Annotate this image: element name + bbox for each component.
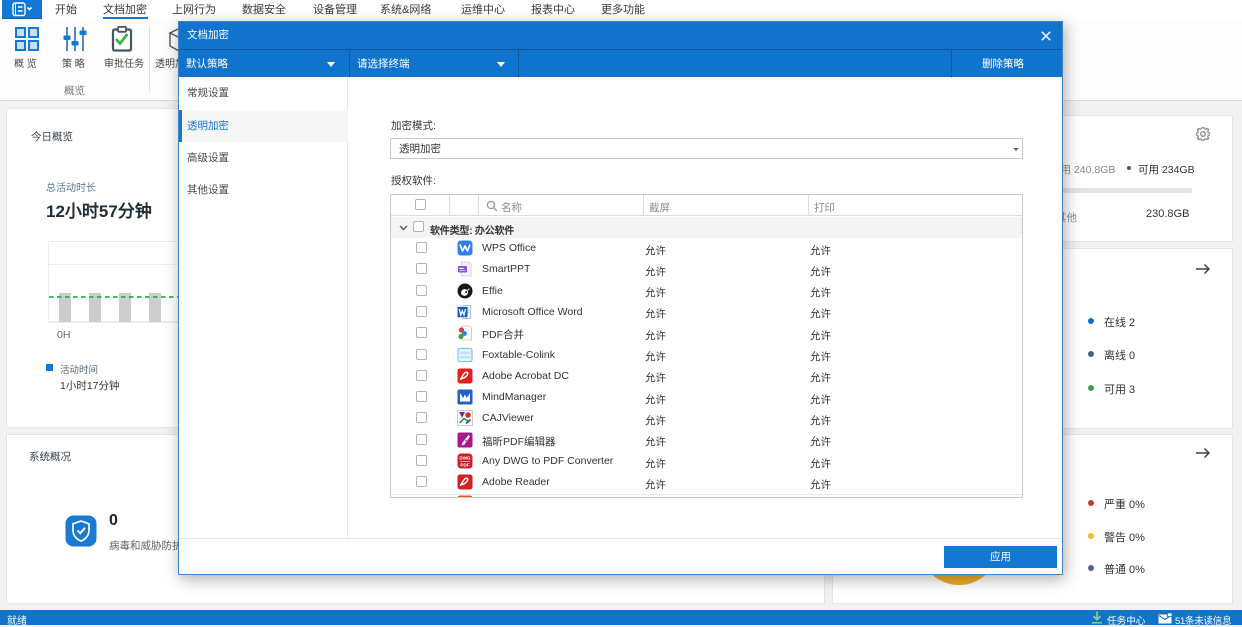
svg-text:PDF: PDF bbox=[460, 463, 469, 468]
svg-text:DWG: DWG bbox=[459, 456, 471, 461]
